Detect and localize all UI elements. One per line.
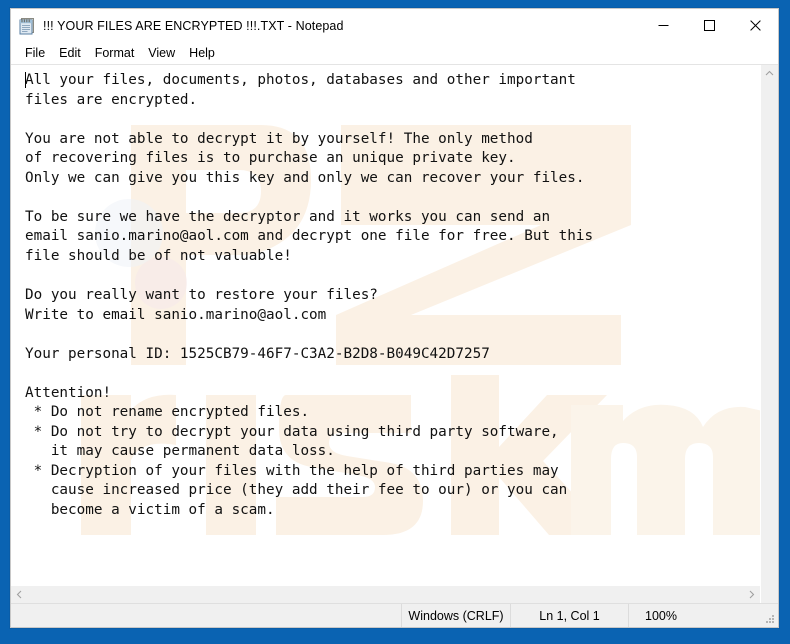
- horizontal-scrollbar[interactable]: [11, 585, 760, 603]
- resize-grip-icon[interactable]: [759, 604, 778, 627]
- status-line-ending: Windows (CRLF): [401, 604, 510, 627]
- menu-format[interactable]: Format: [88, 45, 142, 62]
- menu-bar: File Edit Format View Help: [11, 42, 778, 64]
- title-bar[interactable]: !!! YOUR FILES ARE ENCRYPTED !!!.TXT - N…: [11, 9, 778, 42]
- close-button[interactable]: [732, 9, 778, 42]
- status-zoom-level: 100%: [628, 604, 759, 627]
- chevron-up-icon: [765, 70, 774, 76]
- maximize-button[interactable]: [686, 9, 732, 42]
- status-bar-spacer: [11, 604, 401, 627]
- vertical-scrollbar[interactable]: [760, 65, 778, 603]
- menu-edit[interactable]: Edit: [52, 45, 88, 62]
- menu-file[interactable]: File: [18, 45, 52, 62]
- desktop-background: !!! YOUR FILES ARE ENCRYPTED !!!.TXT - N…: [0, 0, 790, 644]
- editor-column: All your files, documents, photos, datab…: [11, 65, 760, 603]
- close-icon: [749, 20, 761, 31]
- ransom-note-text: All your files, documents, photos, datab…: [25, 72, 594, 519]
- notepad-icon: [18, 16, 37, 35]
- chevron-left-icon: [16, 590, 22, 599]
- minimize-button[interactable]: [640, 9, 686, 42]
- window-title: !!! YOUR FILES ARE ENCRYPTED !!!.TXT - N…: [43, 18, 344, 33]
- maximize-icon: [703, 20, 715, 31]
- text-editor[interactable]: All your files, documents, photos, datab…: [11, 65, 760, 585]
- scroll-up-button[interactable]: [761, 65, 778, 82]
- window-controls: [640, 9, 778, 42]
- scroll-right-button[interactable]: [743, 586, 760, 603]
- menu-help[interactable]: Help: [182, 45, 222, 62]
- notepad-window: !!! YOUR FILES ARE ENCRYPTED !!!.TXT - N…: [10, 8, 779, 628]
- chevron-right-icon: [749, 590, 755, 599]
- status-bar: Windows (CRLF) Ln 1, Col 1 100%: [11, 603, 778, 627]
- status-cursor-position: Ln 1, Col 1: [510, 604, 628, 627]
- editor-area: All your files, documents, photos, datab…: [11, 64, 778, 603]
- scroll-left-button[interactable]: [11, 586, 28, 603]
- menu-view[interactable]: View: [141, 45, 182, 62]
- minimize-icon: [658, 25, 668, 26]
